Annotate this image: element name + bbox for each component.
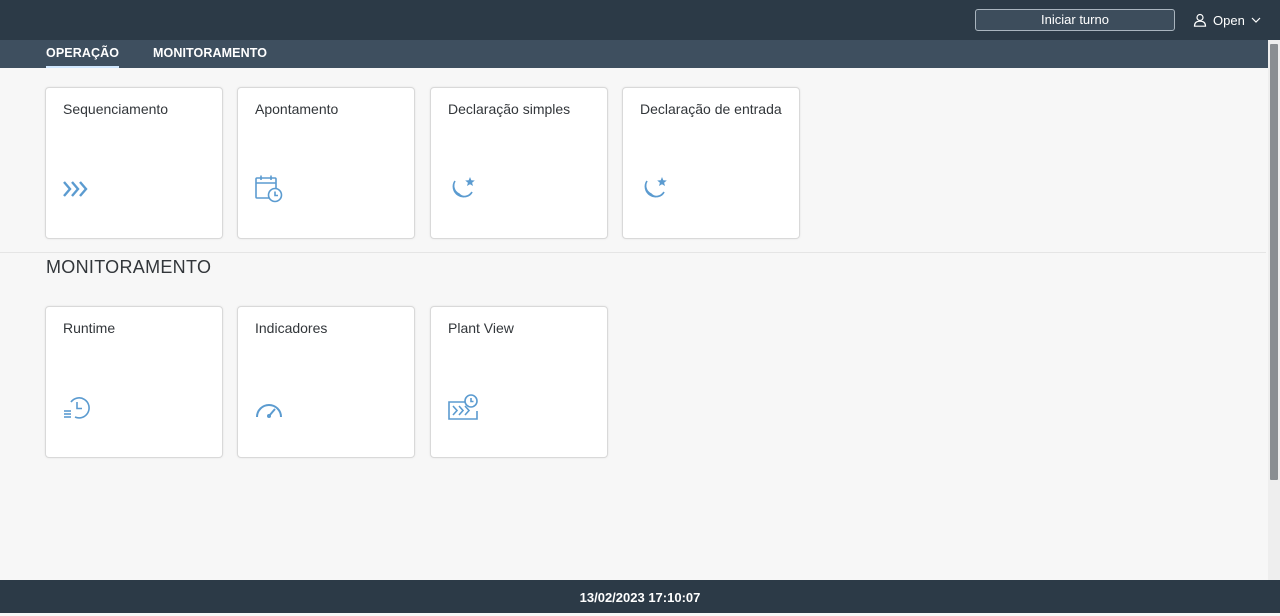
- tab-monitoramento[interactable]: MONITORAMENTO: [153, 40, 267, 68]
- tab-operacao[interactable]: OPERAÇÃO: [46, 40, 120, 68]
- user-icon: [1193, 13, 1207, 27]
- tab-bar: OPERAÇÃO MONITORAMENTO: [0, 40, 1280, 68]
- section-title-monitoramento: MONITORAMENTO: [46, 257, 212, 277]
- tile-sequenciamento[interactable]: Sequenciamento: [45, 87, 223, 239]
- tile-plant-view[interactable]: Plant View: [430, 306, 608, 458]
- user-name: Open: [1213, 12, 1245, 28]
- status-footer: 13/02/2023 17:10:07: [0, 580, 1280, 613]
- tile-title: Declaração de entrada: [640, 101, 782, 117]
- tile-title: Sequenciamento: [63, 101, 169, 117]
- scrollbar-thumb[interactable]: [1270, 44, 1278, 480]
- chevrons-right-icon: [61, 174, 95, 204]
- shell-bar: Iniciar turno Open: [0, 0, 1280, 40]
- tile-title: Declaração simples: [448, 101, 571, 117]
- moon-star-icon: [446, 174, 480, 204]
- tile-indicadores[interactable]: Indicadores: [237, 306, 415, 458]
- tile-apontamento[interactable]: Apontamento: [237, 87, 415, 239]
- plant-view-icon: [446, 393, 480, 423]
- user-menu[interactable]: Open: [1193, 10, 1261, 30]
- footer-datetime: 13/02/2023 17:10:07: [579, 590, 701, 605]
- moon-star-icon: [638, 174, 672, 204]
- chevron-down-icon: [1251, 15, 1261, 25]
- tile-title: Plant View: [448, 320, 514, 336]
- section-divider: [0, 252, 1266, 253]
- gauge-icon: [253, 393, 287, 423]
- tile-title: Apontamento: [255, 101, 339, 117]
- calendar-clock-icon: [253, 174, 287, 204]
- history-list-icon: [61, 393, 95, 423]
- tile-title: Runtime: [63, 320, 116, 336]
- iniciar-turno-button[interactable]: Iniciar turno: [975, 9, 1175, 31]
- tile-declaracao-de-entrada[interactable]: Declaração de entrada: [622, 87, 800, 239]
- tile-declaracao-simples[interactable]: Declaração simples: [430, 87, 608, 239]
- tile-runtime[interactable]: Runtime: [45, 306, 223, 458]
- tile-title: Indicadores: [255, 320, 328, 336]
